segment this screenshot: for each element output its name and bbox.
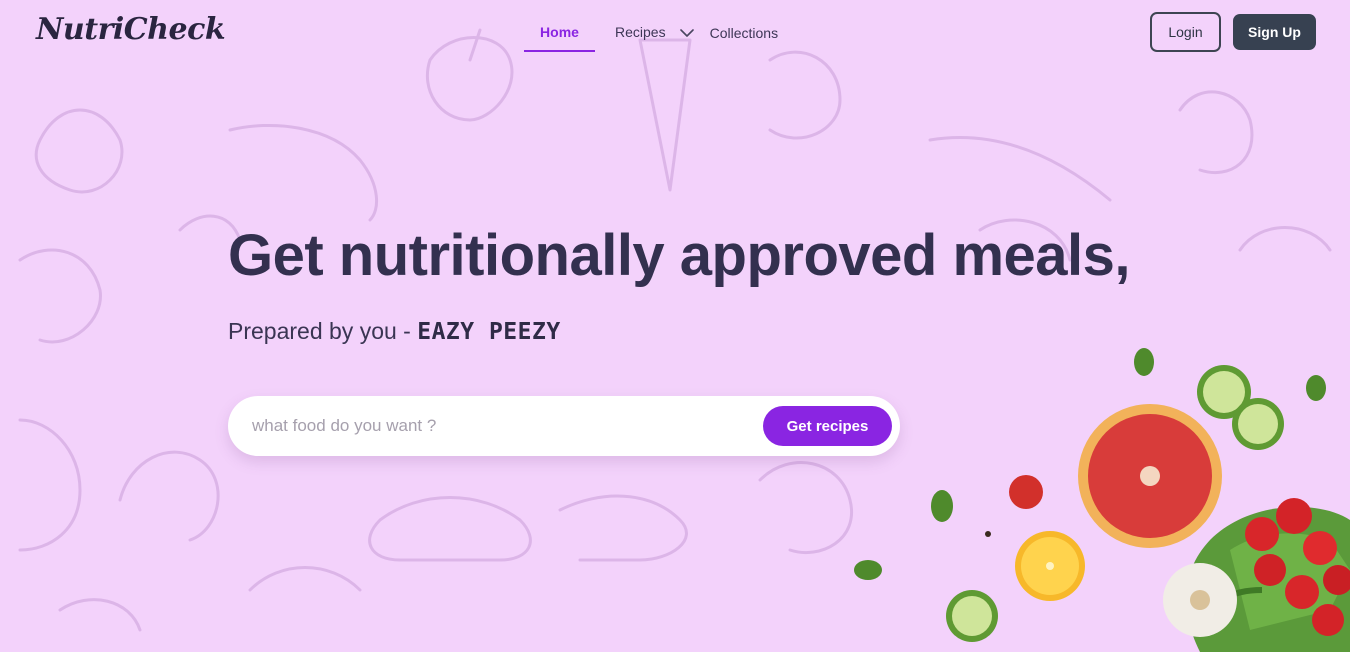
chevron-down-icon[interactable] [679, 14, 696, 52]
fresh-food-illustration [854, 348, 1350, 652]
recipe-search-bar: Get recipes [228, 396, 900, 456]
orange-slice [1015, 531, 1085, 601]
hero-subtitle-prefix: Prepared by you - [228, 318, 418, 344]
brand-logo[interactable]: NutriCheck [36, 12, 226, 47]
grapefruit-slice [1078, 404, 1222, 548]
signup-button[interactable]: Sign Up [1233, 14, 1316, 50]
hero-title: Get nutritionally approved meals, [228, 223, 1131, 288]
login-button[interactable]: Login [1150, 12, 1221, 52]
search-input[interactable] [252, 410, 752, 442]
nav-collections-link[interactable]: Collections [710, 14, 778, 52]
nav-home-link[interactable]: Home [524, 14, 595, 52]
garlic-bulb [1163, 563, 1237, 637]
hero-subtitle-accent: EAZY PEEZY [417, 319, 561, 345]
main-nav: Home Recipes Collections [524, 14, 778, 52]
hero-subtitle: Prepared by you - EAZY PEEZY [228, 318, 561, 345]
nav-recipes-link[interactable]: Recipes [615, 14, 666, 52]
small-tomato [985, 475, 1043, 537]
